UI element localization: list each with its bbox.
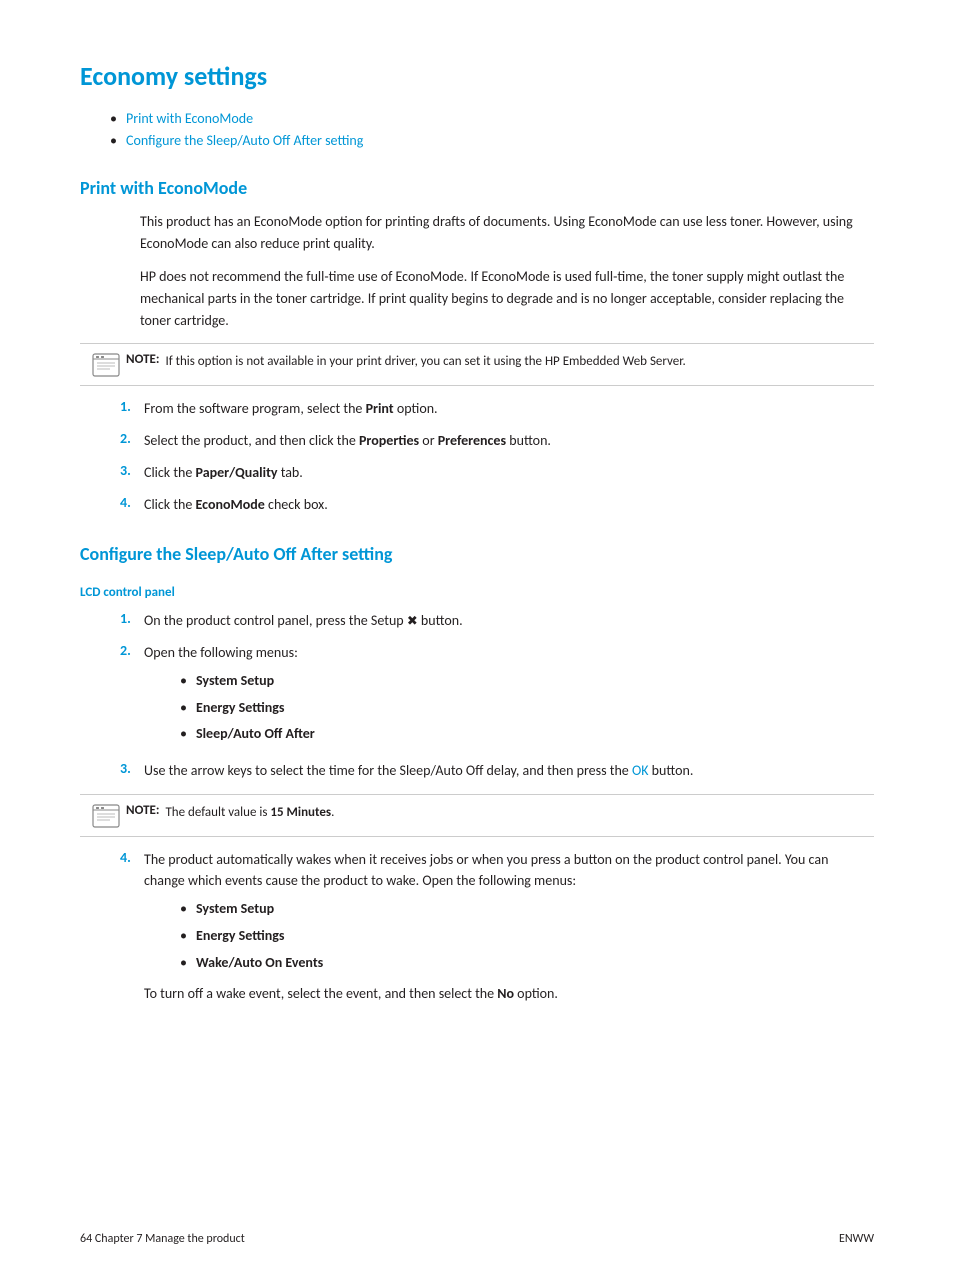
step-3-num: 3.: [120, 462, 144, 479]
bullet-sleep-auto-off: Sleep/Auto Off After: [180, 723, 315, 745]
sleep-step-2: 2. Open the following menus: System Setu…: [120, 642, 854, 750]
ok-link: OK: [632, 762, 649, 779]
footer-left: 64 Chapter 7 Manage the product: [80, 1232, 245, 1246]
sleepAuto-note-box: NOTE: The default value is 15 Minutes.: [80, 794, 874, 837]
step-1: 1. From the software program, select the…: [120, 398, 854, 420]
step-1-text: From the software program, select the Pr…: [144, 398, 438, 420]
footer: 64 Chapter 7 Manage the product ENWW: [0, 1232, 954, 1246]
sleepAuto-steps-2: 4. The product automatically wakes when …: [120, 849, 854, 1005]
sleep-step-3-num: 3.: [120, 760, 144, 777]
bullet-system-setup-2: System Setup: [180, 898, 854, 920]
subsection-lcd: LCD control panel: [80, 585, 874, 600]
econoMode-para1: This product has an EconoMode option for…: [140, 211, 854, 254]
sleep-step-4-text: The product automatically wakes when it …: [144, 849, 854, 1005]
step-4: 4. Click the EconoMode check box.: [120, 494, 854, 516]
econoMode-note-text: If this option is not available in your …: [165, 352, 685, 372]
sleep-step-4: 4. The product automatically wakes when …: [120, 849, 854, 1005]
sleep-step-2-bullets: System Setup Energy Settings Sleep/Auto …: [180, 670, 315, 745]
econoMode-note-box: NOTE: If this option is not available in…: [80, 343, 874, 386]
step-4-num: 4.: [120, 494, 144, 511]
step-1-num: 1.: [120, 398, 144, 415]
sleepAuto-steps: 1. On the product control panel, press t…: [120, 610, 854, 782]
sleep-step-1: 1. On the product control panel, press t…: [120, 610, 854, 632]
toc-link-econoMode[interactable]: Print with EconoMode: [126, 110, 253, 127]
setup-icon: ✖: [407, 612, 418, 632]
step-4-text: Click the EconoMode check box.: [144, 494, 328, 516]
bullet-energy-settings-1: Energy Settings: [180, 697, 315, 719]
toc-item-sleepAuto[interactable]: Configure the Sleep/Auto Off After setti…: [110, 132, 874, 149]
sleep-step-1-num: 1.: [120, 610, 144, 627]
trailing-text: To turn off a wake event, select the eve…: [144, 983, 854, 1005]
page-title: Economy settings: [80, 60, 874, 92]
section-title-econoMode: Print with EconoMode: [80, 177, 874, 199]
sleep-step-3-text: Use the arrow keys to select the time fo…: [144, 760, 693, 782]
bullet-energy-settings-2: Energy Settings: [180, 925, 854, 947]
sleep-step-3: 3. Use the arrow keys to select the time…: [120, 760, 854, 782]
econoMode-para2: HP does not recommend the full-time use …: [140, 266, 854, 331]
sleep-step-4-bullets: System Setup Energy Settings Wake/Auto O…: [180, 898, 854, 973]
sleep-step-4-num: 4.: [120, 849, 144, 866]
section-title-sleepAuto: Configure the Sleep/Auto Off After setti…: [80, 543, 874, 565]
step-2-num: 2.: [120, 430, 144, 447]
step-3-text: Click the Paper/Quality tab.: [144, 462, 303, 484]
step-2: 2. Select the product, and then click th…: [120, 430, 854, 452]
econoMode-steps: 1. From the software program, select the…: [120, 398, 854, 515]
econoMode-note-label: NOTE:: [126, 352, 159, 367]
bullet-system-setup-1: System Setup: [180, 670, 315, 692]
sleepAuto-note-text: The default value is 15 Minutes.: [165, 803, 334, 823]
note-icon: [92, 353, 120, 377]
bullet-wake-auto-events: Wake/Auto On Events: [180, 952, 854, 974]
toc-list: Print with EconoMode Configure the Sleep…: [110, 110, 874, 149]
note-icon-2: [92, 804, 120, 828]
sleep-step-2-num: 2.: [120, 642, 144, 659]
footer-right: ENWW: [839, 1232, 874, 1246]
toc-link-sleepAuto[interactable]: Configure the Sleep/Auto Off After setti…: [126, 132, 363, 149]
toc-item-econoMode[interactable]: Print with EconoMode: [110, 110, 874, 127]
sleep-step-2-text: Open the following menus: System Setup E…: [144, 642, 315, 750]
step-3: 3. Click the Paper/Quality tab.: [120, 462, 854, 484]
sleep-step-1-text: On the product control panel, press the …: [144, 610, 463, 632]
sleepAuto-note-label: NOTE:: [126, 803, 159, 818]
step-2-text: Select the product, and then click the P…: [144, 430, 551, 452]
